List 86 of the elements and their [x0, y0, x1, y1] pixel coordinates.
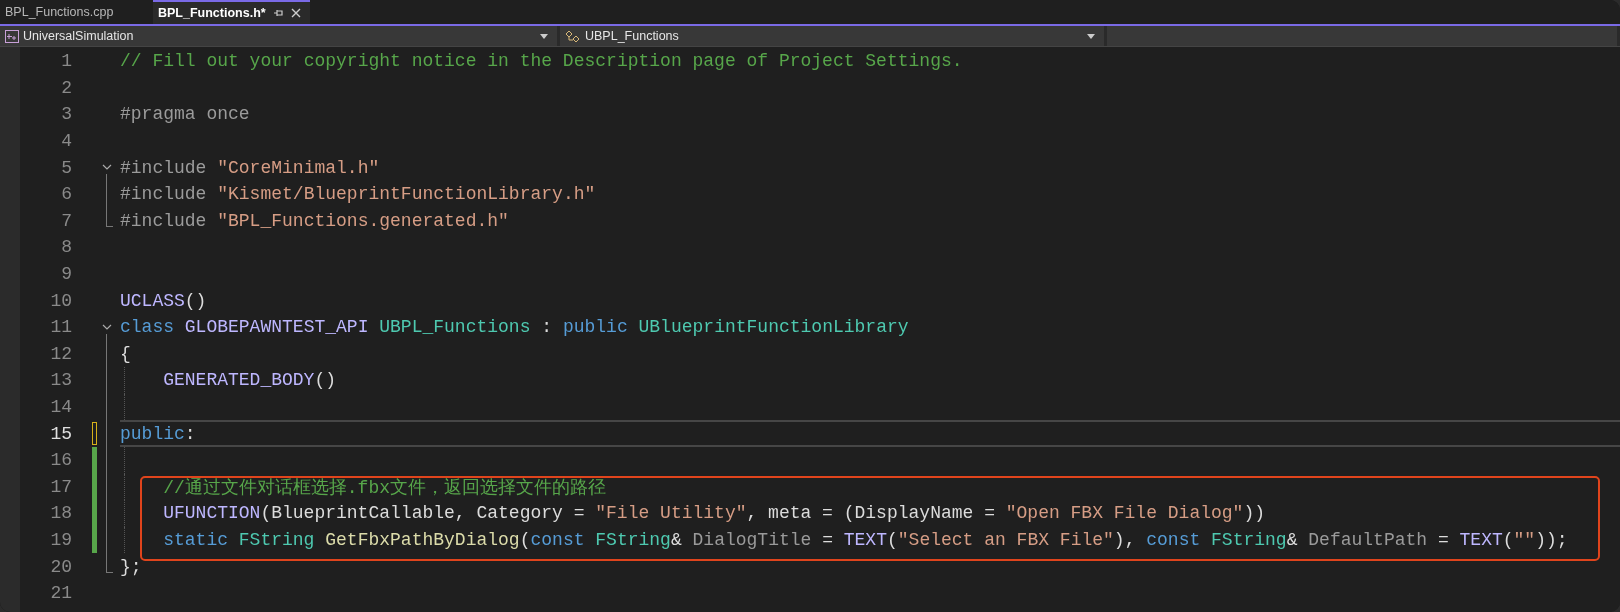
- line-number: 10: [49, 290, 72, 311]
- file-tab[interactable]: BPL_Functions.cpp: [0, 0, 153, 24]
- type-name: UBlueprintFunctionLibrary: [638, 317, 909, 338]
- project-dropdown[interactable]: UniversalSimulation: [0, 26, 560, 46]
- code-text: :: [184, 423, 196, 444]
- line-number: 11: [49, 317, 72, 338]
- code-text: &: [1286, 530, 1299, 550]
- code-comment: // Fill out your copyright notice in the Description page of Project Settings.: [120, 51, 963, 72]
- macro-name: TEXT: [1459, 530, 1503, 550]
- keyword: const: [530, 530, 586, 550]
- pin-icon[interactable]: [271, 7, 284, 19]
- line-number: 9: [60, 264, 72, 285]
- line-number: 14: [49, 397, 72, 417]
- code-text: (BlueprintCallable, Category =: [260, 503, 586, 524]
- type-name: FString: [1211, 530, 1287, 550]
- line-number: 5: [60, 157, 72, 178]
- code-text: =: [1436, 530, 1450, 550]
- code-text: :: [540, 317, 554, 338]
- keyword: public: [562, 317, 629, 338]
- line-number: 18: [49, 503, 72, 524]
- collapse-icon[interactable]: [102, 323, 112, 331]
- string-literal: "File Utility": [595, 503, 747, 524]
- code-text: =: [821, 530, 834, 550]
- preprocessor-directive: #pragma once: [120, 104, 250, 125]
- caret-icon: [540, 33, 548, 39]
- parameter-name: DefaultPath: [1308, 530, 1428, 550]
- scope-dropdown[interactable]: UBPL_Functions: [560, 26, 1107, 46]
- line-number: 3: [60, 104, 72, 125]
- macro-name: TEXT: [843, 530, 887, 550]
- macro-name: GENERATED_BODY: [163, 370, 315, 391]
- code-text: ));: [1535, 530, 1568, 550]
- project-icon: [5, 29, 19, 43]
- string-literal: "Select an FBX File": [897, 530, 1114, 550]
- code-text: (: [1502, 530, 1514, 550]
- caret-icon: [1087, 33, 1095, 39]
- line-number: 20: [49, 556, 72, 577]
- string-literal: "": [1513, 530, 1536, 550]
- class-icon: [565, 29, 581, 43]
- line-number: 8: [60, 237, 72, 258]
- function-name: GetFbxPathByDialog: [325, 530, 520, 550]
- code-text: ),: [1113, 530, 1137, 550]
- line-number: 17: [49, 476, 72, 497]
- keyword: static: [163, 530, 229, 550]
- code-text: };: [120, 556, 142, 577]
- keyword: class: [120, 317, 175, 338]
- keyword: const: [1146, 530, 1202, 550]
- type-name: FString: [238, 530, 316, 550]
- line-number: 7: [60, 210, 72, 231]
- code-text: {: [120, 343, 131, 364]
- file-tab[interactable]: BPL_Functions.h*: [153, 0, 310, 24]
- code-text: , meta = (DisplayName =: [746, 503, 996, 524]
- macro-name: UFUNCTION: [163, 503, 261, 524]
- keyword: public: [120, 423, 185, 444]
- string-literal: "Open FBX File Dialog": [1005, 503, 1244, 524]
- macro-name: UCLASS: [120, 290, 185, 311]
- close-icon[interactable]: [289, 7, 302, 19]
- string-literal: "Kismet/BlueprintFunctionLibrary.h": [217, 184, 596, 205]
- code-text: &: [670, 530, 683, 550]
- tab-label: BPL_Functions.cpp: [5, 5, 114, 19]
- tab-label: BPL_Functions.h*: [158, 6, 266, 20]
- preprocessor-directive: #include: [120, 157, 208, 178]
- line-number: 21: [49, 583, 72, 604]
- preprocessor-directive: #include: [120, 210, 208, 231]
- line-number: 6: [60, 184, 72, 205]
- line-number: 16: [49, 450, 72, 471]
- line-number: 4: [60, 131, 72, 152]
- code-text: (: [887, 530, 898, 550]
- string-literal: "CoreMinimal.h": [217, 157, 380, 178]
- preprocessor-directive: #include: [120, 184, 208, 205]
- code-text: )): [1243, 503, 1265, 524]
- line-number: 13: [49, 370, 72, 391]
- line-number: 15: [49, 423, 72, 444]
- type-name: FString: [595, 530, 671, 550]
- string-literal: "BPL_Functions.generated.h": [217, 210, 509, 231]
- macro-name: GLOBEPAWNTEST_API: [184, 317, 370, 338]
- line-number: 12: [49, 343, 72, 364]
- collapse-icon[interactable]: [102, 164, 112, 172]
- line-number: 1: [60, 51, 72, 72]
- code-text: (): [314, 370, 337, 391]
- code-text: (: [519, 530, 531, 550]
- code-text: (): [184, 290, 207, 311]
- line-number: 2: [60, 77, 72, 98]
- parameter-name: DialogTitle: [692, 530, 812, 550]
- code-comment: //通过文件对话框选择.fbx文件，返回选择文件的路径: [163, 476, 606, 499]
- type-name: UBPL_Functions: [379, 317, 531, 338]
- line-number: 19: [49, 530, 72, 550]
